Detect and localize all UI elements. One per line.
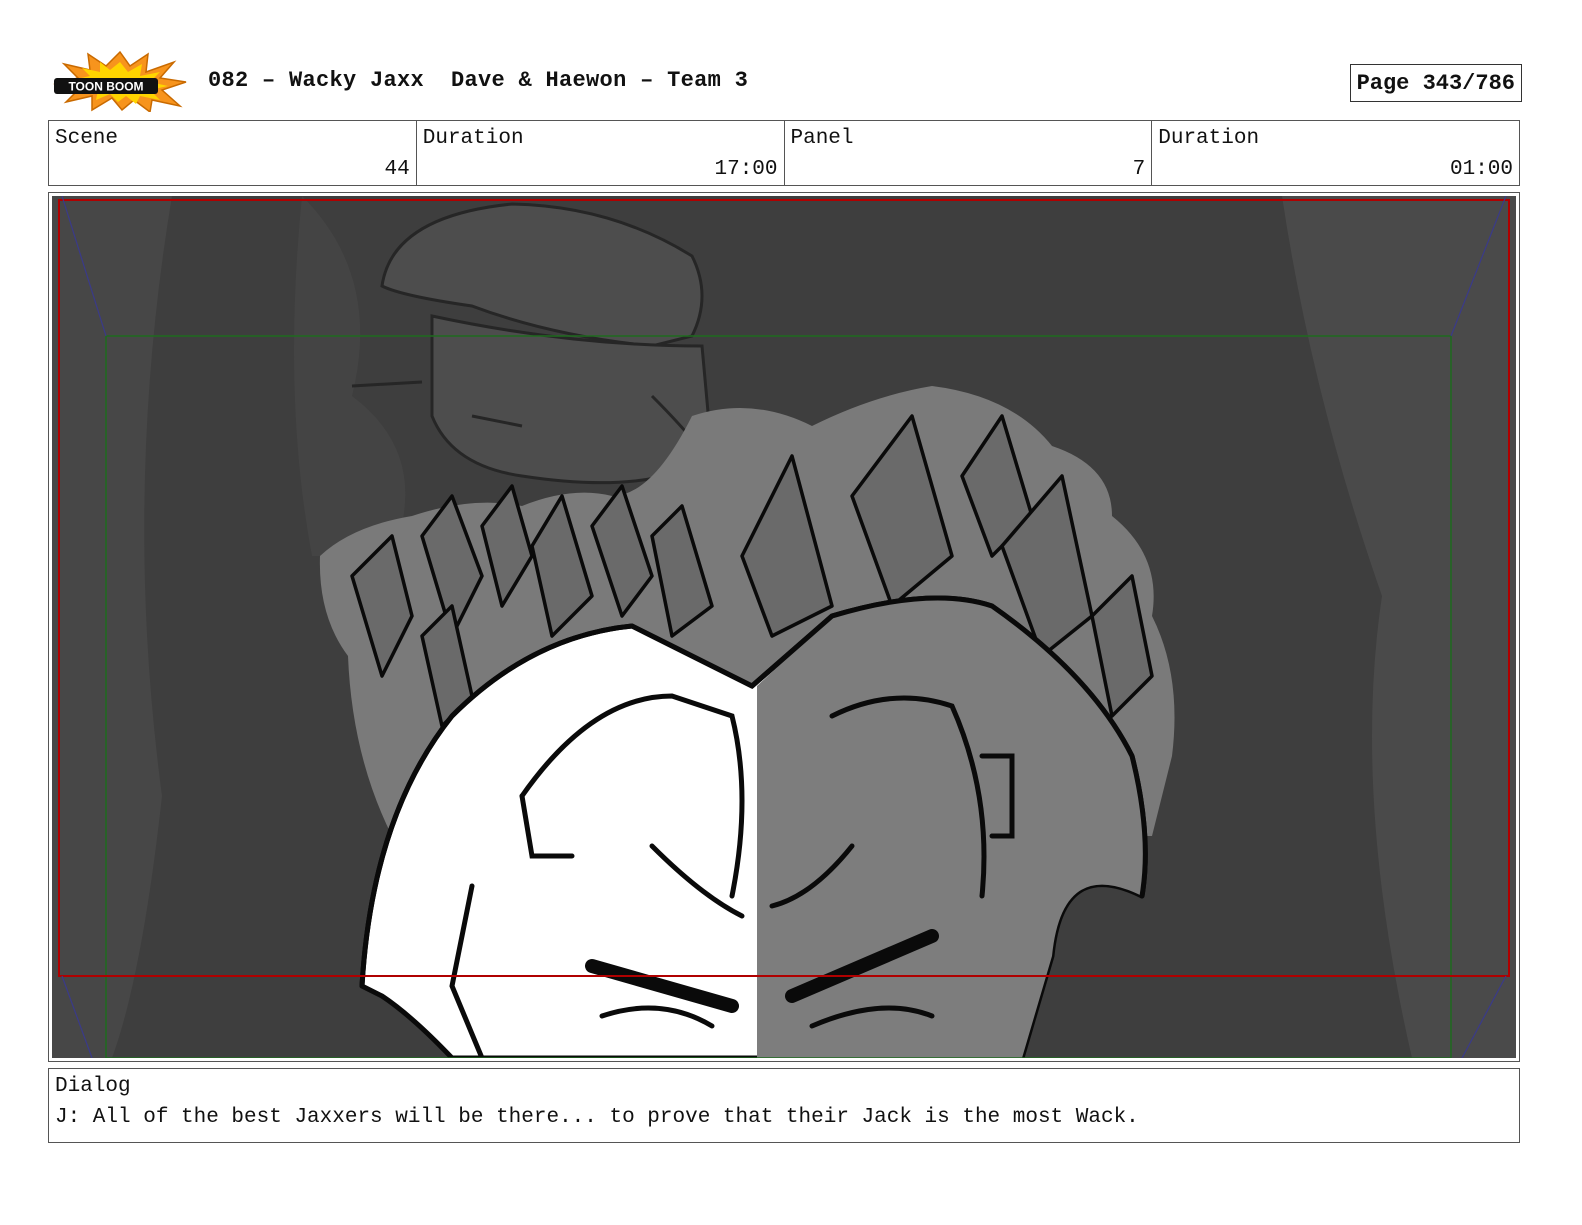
panel-cell: Panel 7 <box>785 121 1153 185</box>
panel-value: 7 <box>1132 158 1146 181</box>
toon-boom-logo: TOON BOOM <box>52 50 188 114</box>
scene-duration-value: 17:00 <box>714 158 778 181</box>
panel-duration-label: Duration <box>1158 127 1260 150</box>
dialog-box: Dialog J: All of the best Jaxxers will b… <box>48 1068 1520 1143</box>
scene-duration-cell: Duration 17:00 <box>417 121 785 185</box>
dialog-text: J: All of the best Jaxxers will be there… <box>55 1106 1139 1129</box>
scene-duration-label: Duration <box>422 127 524 150</box>
scene-cell: Scene 44 <box>49 121 417 185</box>
panel-duration-cell: Duration 01:00 <box>1152 121 1519 185</box>
panel-info-table: Scene 44 Duration 17:00 Panel 7 Duration… <box>48 120 1520 186</box>
panel-label: Panel <box>790 127 854 150</box>
scene-value: 44 <box>384 158 410 181</box>
panel-duration-value: 01:00 <box>1449 158 1513 181</box>
scene-label: Scene <box>55 127 119 150</box>
page-indicator: Page 343/786 <box>1349 64 1522 102</box>
storyboard-title: 082 – Wacky Jaxx Dave & Haewon – Team 3 <box>208 68 749 93</box>
logo-wordmark: TOON BOOM <box>68 80 143 94</box>
storyboard-panel <box>48 192 1520 1062</box>
dialog-label: Dialog <box>55 1075 131 1098</box>
panel-drawing <box>52 196 1516 1058</box>
